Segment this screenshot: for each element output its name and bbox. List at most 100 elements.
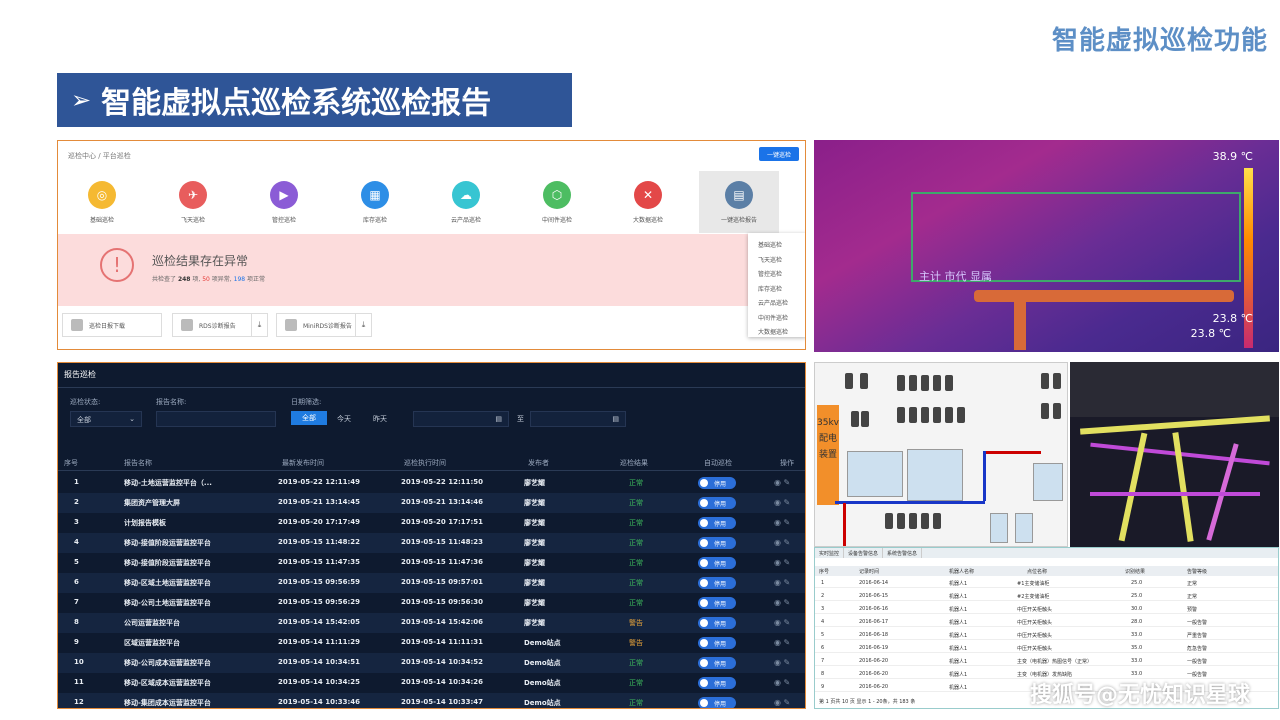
auto-inspect-toggle[interactable]: 停用 [698,577,736,589]
dropdown-item[interactable]: 库存巡检 [748,281,805,296]
alarm-row[interactable]: 4 2016-06-17 机器人1 中压开关柜触头 28.0 一般告警 [815,617,1278,627]
tab-device-alarm[interactable]: 设备告警信息 [844,548,884,558]
edit-icon[interactable]: ◉ ✎ [774,598,790,607]
category-1[interactable]: ✈ 飞天巡检 [153,181,233,224]
cell-exec: 2019-05-14 15:42:06 [401,618,484,626]
auto-inspect-toggle[interactable]: 停用 [698,497,736,509]
cell-res: 正常 [629,659,643,667]
auto-inspect-toggle[interactable]: 停用 [698,617,736,629]
cell-res: 正常 [629,519,643,527]
category-0[interactable]: ◎ 基础巡检 [62,181,142,224]
support-glow [1172,432,1194,542]
edit-icon[interactable]: ◉ ✎ [774,558,790,567]
category-6[interactable]: ✕ 大数据巡检 [608,181,688,224]
alarm-cell: 8 [821,671,825,677]
auto-inspect-toggle[interactable]: 停用 [698,557,736,569]
auto-inspect-toggle[interactable]: 停用 [698,657,736,669]
auto-inspect-toggle[interactable]: 停用 [698,477,736,489]
table-row[interactable]: 1 移动-土地运营监控平台（... 2019-05-22 12:11:49 2019-… [58,473,805,493]
alarm-row[interactable]: 5 2016-06-18 机器人1 中压开关柜触头 33.0 严重告警 [815,630,1278,640]
table-row[interactable]: 2 集团资产管理大屏 2019-05-21 13:14:45 2019-05-21 1… [58,493,805,513]
alarm-cell: 6 [821,645,825,651]
alarm-tabs: 实时监控 设备告警信息 系统告警信息 [815,548,1278,558]
category-2[interactable]: ▶ 管控巡检 [244,181,324,224]
filter-all-button[interactable]: 全部 [291,411,327,425]
auto-inspect-toggle[interactable]: 停用 [698,597,736,609]
report-inspect-icon: ▤ [725,181,753,209]
edit-icon[interactable]: ◉ ✎ [774,678,790,687]
edit-icon[interactable]: ◉ ✎ [774,518,790,527]
cell-exec: 2019-05-14 10:34:52 [401,658,484,666]
edit-icon[interactable]: ◉ ✎ [774,698,790,707]
edit-icon[interactable]: ◉ ✎ [774,538,790,547]
cell-exec: 2019-05-15 09:56:30 [401,598,484,606]
category-7[interactable]: ▤ 一键巡检报告 [699,171,779,233]
alarm-row[interactable]: 3 2016-06-16 机器人1 中压开关柜触头 30.0 预警 [815,604,1278,614]
base-inspect-icon: ◎ [88,181,116,209]
date-end-input[interactable]: ▤ [530,411,626,427]
table-row[interactable]: 11 移动-区域成本运营监控平台 2019-05-14 10:34:25 2019-0… [58,673,805,693]
pagination[interactable]: 第 1 页共 10 页 显示 1 - 20条，共 183 条 [819,698,915,705]
tab-system-alarm[interactable]: 系统告警信息 [883,548,923,558]
edit-icon[interactable]: ◉ ✎ [774,658,790,667]
dropdown-item[interactable]: 云产品巡检 [748,295,805,310]
control-inspect-icon: ▶ [270,181,298,209]
tab-realtime[interactable]: 实时监控 [815,548,845,558]
date-start-input[interactable]: ▤ [413,411,509,427]
edit-icon[interactable]: ◉ ✎ [774,638,790,647]
table-row[interactable]: 4 移动-接值阶段运营监控平台 2019-05-15 11:48:22 2019-05… [58,533,805,553]
dropdown-item[interactable]: 中间件巡检 [748,310,805,325]
filter-today-button[interactable]: 今天 [337,411,351,424]
col-ops: 操作 [780,459,794,467]
download-icon[interactable]: ⤓ [355,314,371,336]
breadcrumb[interactable]: 巡检中心 / 平台巡检 [68,151,131,161]
alarm-row[interactable]: 2 2016-06-15 机器人1 #2主变储油柜 25.0 正常 [815,591,1278,601]
auto-inspect-toggle[interactable]: 停用 [698,677,736,689]
section-title-bar: ➢ 智能虚拟点巡检系统巡检报告 [57,73,572,127]
edit-icon[interactable]: ◉ ✎ [774,578,790,587]
name-filter-input[interactable] [156,411,276,427]
minirds-report[interactable]: MiniRDS诊断报告 ⤓ [276,313,372,337]
dropdown-item[interactable]: 大数据巡检 [748,324,805,339]
filter-yesterday-button[interactable]: 昨天 [373,411,387,424]
status-filter-select[interactable]: 全部 ⌄ [70,411,142,427]
category-5[interactable]: ⬡ 中间件巡检 [517,181,597,224]
edit-icon[interactable]: ◉ ✎ [774,498,790,507]
alarm-row[interactable]: 7 2016-06-20 机器人1 主变（电机器）热图信号（正常） 33.0 一般告警 [815,656,1278,666]
table-row[interactable]: 7 移动-公司土地运营监控平台 2019-05-15 09:56:29 2019-05… [58,593,805,613]
edit-icon[interactable]: ◉ ✎ [774,478,790,487]
table-row[interactable]: 5 移动-接值阶段运营监控平台 2019-05-15 11:47:35 2019-05… [58,553,805,573]
cell-no: 9 [74,638,79,646]
table-row[interactable]: 8 公司运营监控平台 2019-05-14 15:42:05 2019-05-14 1… [58,613,805,633]
alarm-row[interactable]: 6 2016-06-19 机器人1 中压开关柜触头 35.0 危急告警 [815,643,1278,653]
category-3[interactable]: ▦ 库存巡检 [335,181,415,224]
dropdown-item[interactable]: 飞天巡检 [748,252,805,267]
download-icon[interactable]: ⤓ [251,314,267,336]
auto-inspect-toggle[interactable]: 停用 [698,697,736,708]
alarm-cell: 9 [821,684,825,690]
table-row[interactable]: 10 移动-公司成本运营监控平台 2019-05-14 10:34:51 2019-0… [58,653,805,673]
table-row[interactable]: 12 移动-集团成本运营监控平台 2019-05-14 10:33:46 2019-0… [58,693,805,708]
table-row[interactable]: 3 计划报告模板 2019-05-20 17:17:49 2019-05-20 17:… [58,513,805,533]
cell-by: Demo站点 [524,659,561,667]
feitian-inspect-icon: ✈ [179,181,207,209]
cabinet [909,375,917,391]
edit-icon[interactable]: ◉ ✎ [774,618,790,627]
dropdown-item[interactable]: 基础巡检 [748,237,805,252]
dropdown-item[interactable]: 管控巡检 [748,266,805,281]
cell-name: 移动-接值阶段运营监控平台 [124,539,211,547]
category-4[interactable]: ☁ 云产品巡检 [426,181,506,224]
download-daily-report[interactable]: 巡检日报下载 [62,313,162,337]
rds-report[interactable]: RDS诊断报告 ⤓ [172,313,268,337]
onekey-inspect-button[interactable]: 一键巡检 [759,147,799,161]
alarm-row[interactable]: 1 2016-06-14 机器人1 #1主变储油柜 25.0 正常 [815,578,1278,588]
table-row[interactable]: 9 区域运营监控平台 2019-05-14 11:11:29 2019-05-14 1… [58,633,805,653]
table-row[interactable]: 6 移动-区域土地运营监控平台 2019-05-15 09:56:59 2019-05… [58,573,805,593]
chevron-down-icon: ⌄ [129,415,135,423]
auto-inspect-toggle[interactable]: 停用 [698,537,736,549]
auto-inspect-toggle[interactable]: 停用 [698,637,736,649]
alarm-cell: 一般告警 [1187,659,1208,665]
alarm-cell: 4 [821,619,825,625]
auto-inspect-toggle[interactable]: 停用 [698,517,736,529]
alarm-cell: 33.0 [1131,658,1143,664]
